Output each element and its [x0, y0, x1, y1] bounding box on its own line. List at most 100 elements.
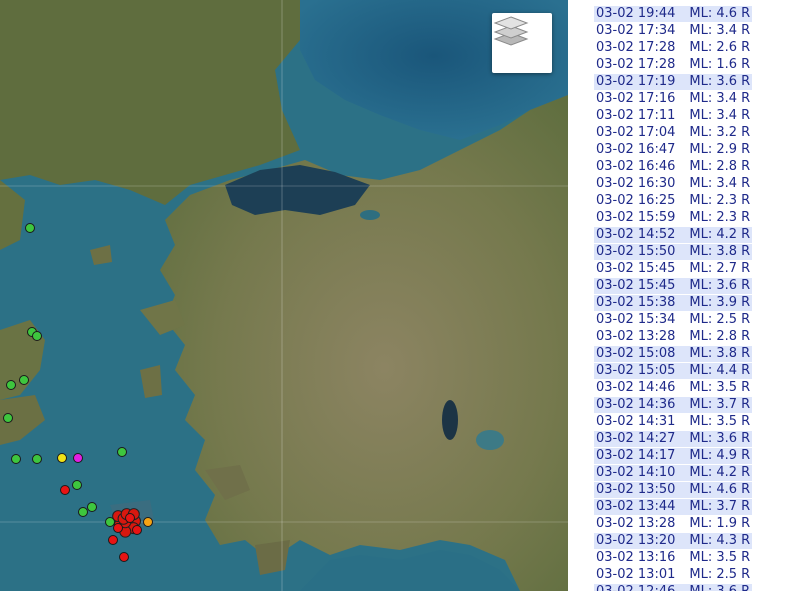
earthquake-list-item[interactable]: 03-02 15:59 ML: 2.3 R	[594, 210, 752, 226]
earthquake-list-item[interactable]: 03-02 16:47 ML: 2.9 R	[594, 142, 752, 158]
earthquake-marker-orange[interactable]	[143, 517, 153, 527]
earthquake-list-item[interactable]: 03-02 15:05 ML: 4.4 R	[594, 363, 753, 379]
earthquake-marker-red[interactable]	[125, 513, 135, 523]
earthquake-list-item[interactable]: 03-02 17:34 ML: 3.4 R	[594, 23, 752, 39]
earthquake-time: 03-02 17:19	[596, 74, 676, 89]
earthquake-list-item[interactable]: 03-02 14:46 ML: 3.5 R	[594, 380, 752, 396]
earthquake-marker-green[interactable]	[25, 223, 35, 233]
earthquake-list-item[interactable]: 03-02 13:20 ML: 4.3 R	[594, 533, 753, 549]
earthquake-list-item[interactable]: 03-02 15:08 ML: 3.8 R	[594, 346, 753, 362]
map-terrain	[0, 0, 568, 591]
earthquake-time: 03-02 15:05	[596, 363, 676, 378]
earthquake-magnitude: ML: 3.7 R	[689, 499, 751, 514]
earthquake-list-item[interactable]: 03-02 14:36 ML: 3.7 R	[594, 397, 753, 413]
earthquake-magnitude: ML: 3.8 R	[689, 346, 751, 361]
earthquake-list-item[interactable]: 03-02 14:17 ML: 4.9 R	[594, 448, 753, 464]
earthquake-list-item[interactable]: 03-02 15:45 ML: 3.6 R	[594, 278, 753, 294]
earthquake-list-item[interactable]: 03-02 13:50 ML: 4.6 R	[594, 482, 753, 498]
earthquake-list-item[interactable]: 03-02 16:46 ML: 2.8 R	[594, 159, 752, 175]
earthquake-marker-green[interactable]	[19, 375, 29, 385]
earthquake-list-item[interactable]: 03-02 13:44 ML: 3.7 R	[594, 499, 753, 515]
earthquake-list-item[interactable]: 03-02 13:28 ML: 1.9 R	[594, 516, 752, 532]
earthquake-list-item[interactable]: 03-02 16:25 ML: 2.3 R	[594, 193, 752, 209]
earthquake-time: 03-02 14:10	[596, 465, 676, 480]
earthquake-marker-green[interactable]	[117, 447, 127, 457]
earthquake-list-item[interactable]: 03-02 19:44 ML: 4.6 R	[594, 6, 753, 22]
earthquake-magnitude: ML: 3.9 R	[689, 295, 751, 310]
earthquake-time: 03-02 15:50	[596, 244, 676, 259]
earthquake-list-item[interactable]: 03-02 17:16 ML: 3.4 R	[594, 91, 752, 107]
earthquake-time: 03-02 15:45	[596, 278, 676, 293]
earthquake-time: 03-02 14:31	[596, 414, 676, 429]
earthquake-list-item[interactable]: 03-02 17:04 ML: 3.2 R	[594, 125, 752, 141]
earthquake-marker-green[interactable]	[6, 380, 16, 390]
lake	[442, 400, 458, 440]
earthquake-time: 03-02 13:01	[596, 567, 676, 582]
earthquake-magnitude: ML: 4.6 R	[689, 6, 751, 21]
earthquake-time: 03-02 17:16	[596, 91, 676, 106]
earthquake-list-item[interactable]: 03-02 15:50 ML: 3.8 R	[594, 244, 753, 260]
earthquake-marker-green[interactable]	[105, 517, 115, 527]
earthquake-list-item[interactable]: 03-02 15:45 ML: 2.7 R	[594, 261, 752, 277]
earthquake-marker-green[interactable]	[32, 454, 42, 464]
earthquake-marker-green[interactable]	[32, 331, 42, 341]
layer-switcher-button[interactable]	[492, 13, 552, 73]
earthquake-list-item[interactable]: 03-02 13:01 ML: 2.5 R	[594, 567, 752, 583]
earthquake-time: 03-02 16:30	[596, 176, 676, 191]
earthquake-time: 03-02 15:34	[596, 312, 676, 327]
earthquake-marker-green[interactable]	[72, 480, 82, 490]
earthquake-magnitude: ML: 2.8 R	[689, 159, 751, 174]
earthquake-magnitude: ML: 2.5 R	[689, 567, 751, 582]
earthquake-list-item[interactable]: 03-02 15:34 ML: 2.5 R	[594, 312, 752, 328]
earthquake-time: 03-02 14:46	[596, 380, 676, 395]
earthquake-list-item[interactable]: 03-02 13:16 ML: 3.5 R	[594, 550, 752, 566]
earthquake-list-item[interactable]: 03-02 17:11 ML: 3.4 R	[594, 108, 752, 124]
earthquake-list-item[interactable]: 03-02 17:28 ML: 1.6 R	[594, 57, 752, 73]
earthquake-magnitude: ML: 4.2 R	[689, 465, 751, 480]
earthquake-list-item[interactable]: 03-02 17:28 ML: 2.6 R	[594, 40, 752, 56]
earthquake-time: 03-02 13:16	[596, 550, 676, 565]
earthquake-list-item[interactable]: 03-02 14:52 ML: 4.2 R	[594, 227, 753, 243]
earthquake-magnitude: ML: 3.4 R	[689, 108, 751, 123]
earthquake-magnitude: ML: 3.4 R	[689, 91, 751, 106]
earthquake-list[interactable]: 03-02 19:44 ML: 4.6 R 03-02 17:34 ML: 3.4 R…	[568, 0, 808, 591]
lake	[476, 430, 504, 450]
earthquake-marker-green[interactable]	[87, 502, 97, 512]
satellite-map[interactable]	[0, 0, 568, 591]
earthquake-list-item[interactable]: 03-02 14:10 ML: 4.2 R	[594, 465, 753, 481]
earthquake-marker-green[interactable]	[11, 454, 21, 464]
earthquake-time: 03-02 14:27	[596, 431, 676, 446]
earthquake-list-item[interactable]: 03-02 16:30 ML: 3.4 R	[594, 176, 752, 192]
earthquake-marker-red[interactable]	[119, 552, 129, 562]
earthquake-magnitude: ML: 1.6 R	[689, 57, 751, 72]
earthquake-magnitude: ML: 3.8 R	[689, 244, 751, 259]
earthquake-time: 03-02 19:44	[596, 6, 676, 21]
earthquake-magnitude: ML: 1.9 R	[689, 516, 751, 531]
earthquake-magnitude: ML: 2.8 R	[689, 329, 751, 344]
earthquake-list-item[interactable]: 03-02 17:19 ML: 3.6 R	[594, 74, 753, 90]
earthquake-time: 03-02 16:25	[596, 193, 676, 208]
earthquake-marker-red[interactable]	[113, 523, 123, 533]
earthquake-list-item[interactable]: 03-02 13:28 ML: 2.8 R	[594, 329, 752, 345]
earthquake-magnitude: ML: 4.9 R	[689, 448, 751, 463]
earthquake-magnitude: ML: 2.3 R	[689, 210, 751, 225]
earthquake-magnitude: ML: 3.6 R	[689, 584, 750, 591]
earthquake-time: 03-02 13:50	[596, 482, 676, 497]
earthquake-list-item[interactable]: 03-02 15:38 ML: 3.9 R	[594, 295, 753, 311]
earthquake-time: 03-02 17:34	[596, 23, 676, 38]
earthquake-time: 03-02 15:59	[596, 210, 676, 225]
earthquake-time: 03-02 15:45	[596, 261, 676, 276]
earthquake-list-item[interactable]: 03-02 12:46 ML: 3.6 R	[594, 584, 753, 591]
earthquake-time: 03-02 14:52	[596, 227, 676, 242]
earthquake-marker-green[interactable]	[78, 507, 88, 517]
earthquake-marker-yellow[interactable]	[57, 453, 67, 463]
earthquake-marker-red[interactable]	[108, 535, 118, 545]
earthquake-list-item[interactable]: 03-02 14:31 ML: 3.5 R	[594, 414, 752, 430]
earthquake-marker-green[interactable]	[3, 413, 13, 423]
earthquake-list-item[interactable]: 03-02 14:27 ML: 3.6 R	[594, 431, 753, 447]
earthquake-marker-red[interactable]	[132, 525, 142, 535]
earthquake-marker-red[interactable]	[60, 485, 70, 495]
earthquake-magnitude: ML: 3.4 R	[689, 176, 751, 191]
earthquake-marker-magenta[interactable]	[73, 453, 83, 463]
stacked-layers-icon	[493, 16, 529, 46]
